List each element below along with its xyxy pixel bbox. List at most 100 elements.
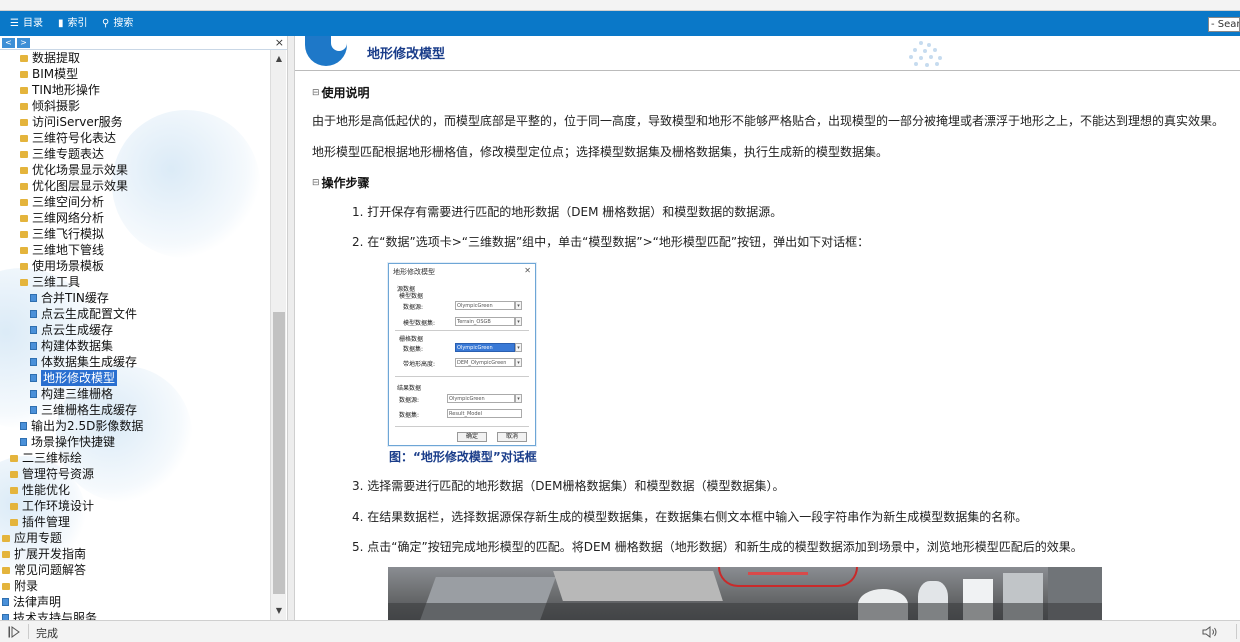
search-label: 搜索 [113,18,134,29]
tree-item[interactable]: 三维空间分析 [20,194,104,210]
tree-item[interactable]: 构建体数据集 [30,338,113,354]
collapse-icon[interactable]: ⊟ [312,88,320,98]
play-icon[interactable] [8,626,20,638]
tree-item[interactable]: 点云生成缓存 [30,322,113,338]
tree-item-label: 构建三维栅格 [41,387,114,401]
previous-button[interactable]: < [2,38,15,48]
tree-item[interactable]: 技术支持与服务 [2,610,97,620]
folder-icon [2,534,10,542]
next-button[interactable]: > [17,38,30,48]
modelset-field: Terrain_OSGB [455,317,515,326]
search-input[interactable]: - Sear [1208,17,1240,32]
figure-caption: 图：“地形修改模型”对话框 [389,450,537,464]
chevron-down-icon: ▾ [515,394,522,403]
tree-item-label: 法律声明 [13,595,62,609]
pane-splitter[interactable] [287,36,295,620]
tree-item[interactable]: 三维符号化表达 [20,130,116,146]
folder-icon [10,454,18,462]
result-dataset-field: Result_Model [447,409,522,418]
folder-icon [20,118,28,126]
tree-item[interactable]: 优化图层显示效果 [20,178,128,194]
collapse-icon[interactable]: ⊟ [312,178,320,188]
folder-icon [20,102,28,110]
tree-item-label: 扩展开发指南 [14,547,87,561]
tree-item[interactable]: 三维工具 [20,274,80,290]
folder-icon [20,198,28,206]
tree-item-label: 体数据集生成缓存 [41,355,138,369]
steps-heading[interactable]: ⊟ 操作步骤 [312,174,370,191]
scroll-thumb[interactable] [273,312,285,594]
folder-icon [10,486,18,494]
tree-item-label: 数据提取 [32,51,81,65]
topic-banner: 地形修改模型 [295,36,1240,70]
step-4: 4. 在结果数据栏，选择数据源保存新生成的模型数据集，在数据集右侧文本框中输入一… [352,510,1028,524]
contents-tree: 数据提取 BIM模型 TIN地形操作 倾斜摄影 访问iServer服务 三维符号化表达 三维… [0,50,270,620]
tree-item[interactable]: 三维飞行模拟 [20,226,104,242]
navigation-pane: < > × 数据提取 BIM模型 TIN地形操作 倾斜摄影 访问iServer服务 三维符… [0,36,287,620]
tree-item[interactable]: 倾斜摄影 [20,98,80,114]
folder-icon [20,54,28,62]
scroll-up-arrow[interactable]: ▲ [271,52,287,66]
contents-tab[interactable]: ☰ 目录 [10,11,43,36]
steps-heading-label: 操作步骤 [321,176,370,190]
tree-item-label: TIN地形操作 [32,83,100,97]
tree-item[interactable]: TIN地形操作 [20,82,100,98]
tree-item[interactable]: 应用专题 [2,530,62,546]
tree-item[interactable]: 性能优化 [10,482,70,498]
tree-item-label: 地形修改模型 [41,370,118,386]
book-icon: ▮ [58,17,64,29]
chevron-down-icon: ▾ [515,358,522,367]
contents-label: 目录 [22,18,43,29]
result-dataset-label: 数据集: [399,412,420,419]
tree-item[interactable]: 场景操作快捷键 [20,434,115,450]
close-pane-button[interactable]: × [275,36,284,50]
tree-item[interactable]: 使用场景模板 [20,258,104,274]
tree-item[interactable]: 访问iServer服务 [20,114,123,130]
banner-divider [295,70,1240,71]
tree-item[interactable]: 三维栅格生成缓存 [30,402,137,418]
result-datasource-label: 数据源: [399,397,420,404]
tree-item[interactable]: 常见问题解答 [2,562,86,578]
index-tab[interactable]: ▮ 索引 [58,11,88,36]
tree-item[interactable]: 扩展开发指南 [2,546,86,562]
folder-icon [20,150,28,158]
tree-item[interactable]: 合并TIN缓存 [30,290,109,306]
tree-item[interactable]: 法律声明 [2,594,61,610]
tree-item[interactable]: 三维专题表达 [20,146,104,162]
tree-item[interactable]: 优化场景显示效果 [20,162,128,178]
tree-item-label: 三维专题表达 [32,147,105,161]
tree-item[interactable]: BIM模型 [20,66,78,82]
tree-item[interactable]: 插件管理 [10,514,70,530]
tree-item-label: 场景操作快捷键 [31,435,116,449]
pane-header: < > × [0,36,287,50]
tree-item[interactable]: 管理符号资源 [10,466,94,482]
usage-paragraph-1: 由于地形是高低起伏的，而模型底部是平整的，位于同一高度，导致模型和地形不能够严格… [312,114,1225,128]
tree-item[interactable]: 输出为2.5D影像数据 [20,418,143,434]
volume-icon[interactable] [1202,626,1218,638]
scroll-down-arrow[interactable]: ▼ [271,604,287,618]
tree-item[interactable]: 附录 [2,578,38,594]
tree-item[interactable]: 三维网络分析 [20,210,104,226]
tree-item[interactable]: 工作环境设计 [10,498,94,514]
logo-icon [305,36,347,66]
tree-item[interactable]: 构建三维栅格 [30,386,113,402]
status-bar: 完成 [0,620,1240,642]
tree-item[interactable]: 二三维标绘 [10,450,82,466]
result-group-label: 结果数据 [397,385,422,392]
datasource-field: OlympicGreen [455,301,515,310]
tree-item[interactable]: 三维地下管线 [20,242,104,258]
raster-datasource-field: OlympicGreen [455,343,515,352]
tree-item[interactable]: 地形修改模型 [30,370,118,386]
tree-item-label: 倾斜摄影 [32,99,81,113]
tree-scrollbar[interactable]: ▲ ▼ [270,50,286,620]
model-group-label: 模型数据 [399,293,424,300]
folder-icon [20,278,28,286]
tree-item-label: BIM模型 [32,67,79,81]
tree-item[interactable]: 数据提取 [20,50,80,66]
tree-item[interactable]: 点云生成配置文件 [30,306,137,322]
search-tab[interactable]: ⚲ 搜索 [102,11,133,36]
usage-heading[interactable]: ⊟ 使用说明 [312,84,370,101]
chevron-down-icon: ▾ [515,317,522,326]
tree-item[interactable]: 体数据集生成缓存 [30,354,137,370]
dialog-close-icon: ✕ [524,266,531,275]
